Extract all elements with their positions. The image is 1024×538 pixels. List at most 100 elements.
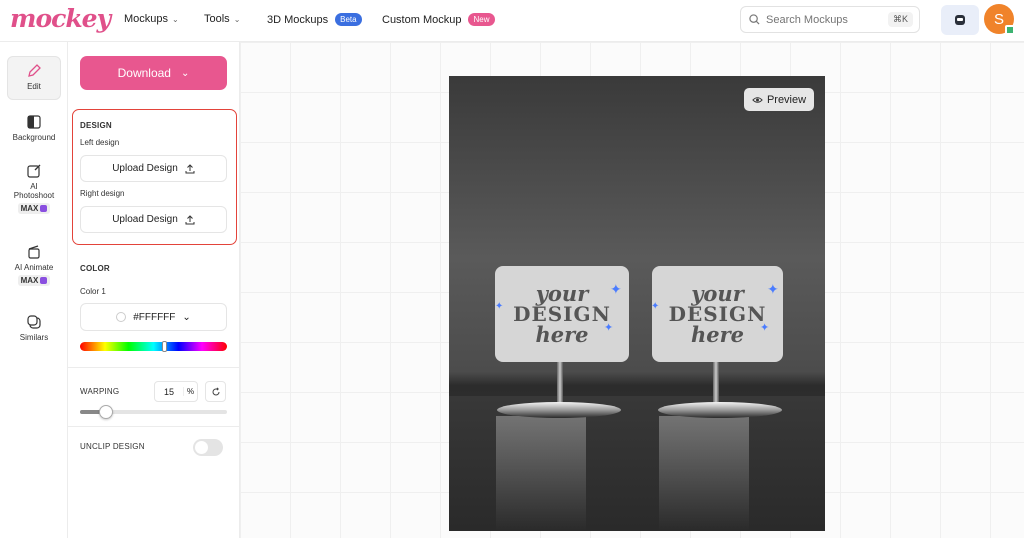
left-sign-design: your DESIGN here: [495, 266, 629, 362]
divider: [68, 426, 240, 427]
upload-left-label: Upload Design: [112, 163, 178, 174]
right-design-label: Right design: [80, 189, 125, 198]
beta-badge: Beta: [335, 13, 362, 26]
right-sign-design: your DESIGN here: [652, 266, 783, 362]
max-badge-label: MAX: [20, 204, 39, 213]
left-sign-base: [497, 402, 621, 418]
settings-panel: Download ⌄ DESIGN Left design Upload Des…: [68, 42, 240, 538]
unclip-design-toggle[interactable]: [193, 439, 223, 456]
warping-label: WARPING: [80, 387, 120, 396]
right-sign-base: [658, 402, 782, 418]
sign-text: your: [691, 281, 744, 306]
sparkle-icon: ✦: [760, 322, 770, 334]
search-input[interactable]: [766, 13, 876, 26]
nav-tools-label: Tools: [204, 13, 230, 25]
sign-text: here: [535, 322, 589, 347]
mockup-image: your DESIGN here your DESIGN here ✦ ✦ ✦ …: [449, 76, 825, 531]
left-design-label: Left design: [80, 138, 120, 147]
rail-similars[interactable]: Similars: [7, 314, 61, 342]
similars-icon: [27, 315, 41, 329]
sparkle-icon: ✦: [651, 301, 660, 312]
rail-similars-label: Similars: [19, 333, 49, 342]
rail-ai-animate-label: AI Animate: [14, 263, 54, 272]
robot-icon: [955, 15, 965, 25]
upload-left-design-button[interactable]: Upload Design: [80, 155, 227, 182]
mockup-reflection: [496, 416, 586, 531]
color1-label: Color 1: [80, 287, 106, 296]
sparkle-icon: ✦: [767, 281, 779, 297]
unclip-design-label: UNCLIP DESIGN: [80, 442, 145, 451]
rail-ai-animate[interactable]: AI Animate MAX: [7, 244, 61, 286]
preview-button[interactable]: Preview: [744, 88, 814, 111]
mockey-logo[interactable]: mockey: [10, 4, 111, 33]
upload-icon: [185, 163, 195, 173]
status-dot: [1005, 25, 1015, 35]
mockup-reflection: [659, 416, 749, 531]
sign-text: your: [535, 281, 589, 306]
rail-ai-photoshoot-label-1: AI: [30, 182, 38, 191]
color-section-title: COLOR: [80, 264, 110, 273]
warping-slider-knob[interactable]: [99, 405, 114, 419]
preview-label: Preview: [766, 93, 807, 106]
nav-custom-mockup-label: Custom Mockup: [382, 13, 462, 26]
rail-ai-photoshoot-label-2: Photoshoot: [13, 191, 55, 200]
upload-right-design-button[interactable]: Upload Design: [80, 206, 227, 233]
sparkle-icon: ✦: [495, 301, 504, 312]
nav-3d-mockups-label: 3D Mockups: [267, 13, 329, 26]
upload-right-label: Upload Design: [112, 214, 178, 225]
warping-value: 15: [163, 386, 174, 397]
sparkle-icon: ✦: [610, 281, 622, 297]
hue-slider[interactable]: [80, 341, 227, 352]
toggle-knob: [195, 441, 208, 454]
new-badge: New: [468, 13, 495, 26]
top-bar: mockey Mockups ⌄ Tools ⌄ 3D Mockups Beta…: [0, 0, 1024, 42]
search-shortcut: ⌘K: [887, 12, 913, 27]
chevron-down-icon: ⌄: [233, 14, 241, 24]
sign-text: DESIGN: [513, 302, 611, 326]
warping-reset-button[interactable]: [205, 381, 226, 402]
warping-unit: %: [183, 387, 197, 396]
max-badge: MAX: [17, 275, 51, 286]
divider: [68, 367, 240, 368]
max-badge-label: MAX: [20, 276, 39, 285]
rail-background[interactable]: Background: [7, 114, 61, 142]
nav-custom-mockup[interactable]: Custom Mockup New: [382, 13, 495, 26]
sign-text: DESIGN: [668, 302, 767, 326]
chevron-down-icon: ⌄: [172, 14, 179, 24]
download-label: Download: [117, 66, 171, 80]
max-crown-icon: [40, 277, 48, 285]
sign-text: here: [690, 322, 745, 347]
nav-3d-mockups[interactable]: 3D Mockups Beta: [267, 13, 362, 26]
reset-icon: [212, 386, 219, 395]
color1-select[interactable]: #FFFFFF ⌄: [80, 303, 227, 331]
warping-input[interactable]: 15 %: [154, 381, 198, 402]
upload-icon: [185, 214, 195, 224]
pencil-icon: [28, 64, 41, 77]
chevron-down-icon: ⌄: [180, 67, 190, 79]
color1-value: #FFFFFF: [133, 311, 176, 323]
hue-slider-thumb[interactable]: [161, 341, 167, 352]
right-sign-pole: [713, 362, 719, 404]
avatar-letter: S: [993, 10, 1004, 28]
search-icon: [749, 14, 760, 25]
rail-ai-photoshoot[interactable]: AI Photoshoot MAX: [7, 163, 61, 214]
ai-photoshoot-icon: [27, 164, 41, 178]
design-section-title: DESIGN: [80, 121, 112, 130]
nav-mockups-label: Mockups: [124, 13, 169, 25]
nav-mockups[interactable]: Mockups ⌄: [124, 13, 179, 25]
rail-background-label: Background: [12, 133, 56, 142]
color-swatch: [116, 312, 127, 322]
left-sign-pole: [557, 362, 563, 404]
warping-slider[interactable]: [80, 405, 227, 419]
rail-edit[interactable]: Edit: [7, 56, 61, 100]
user-avatar[interactable]: S: [984, 4, 1015, 35]
search-box[interactable]: ⌘K: [740, 6, 920, 33]
rail-edit-label: Edit: [27, 82, 41, 91]
chevron-down-icon: ⌄: [182, 311, 191, 323]
eye-icon: [752, 96, 763, 103]
download-button[interactable]: Download ⌄: [80, 56, 227, 90]
nav-tools[interactable]: Tools ⌄: [204, 13, 240, 25]
mockup-generator-button[interactable]: [941, 5, 979, 35]
sparkle-icon: ✦: [604, 322, 614, 334]
background-icon: [27, 115, 41, 129]
